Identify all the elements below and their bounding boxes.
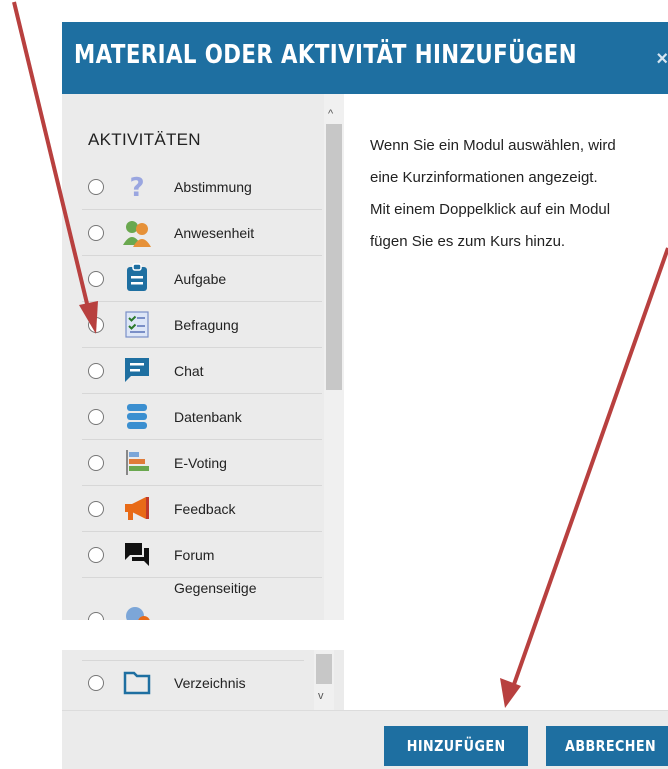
cancel-button-label: ABBRECHEN — [565, 737, 657, 755]
section-title: AKTIVITÄTEN — [88, 130, 201, 149]
question-icon: ? — [129, 173, 144, 201]
list-item-label: Anwesenheit — [174, 225, 255, 241]
list-gap — [62, 620, 344, 650]
radio-button[interactable] — [88, 409, 104, 425]
list-item-label: Feedback — [174, 501, 236, 517]
radio-button[interactable] — [88, 271, 104, 287]
forum-icon — [125, 543, 149, 566]
radio-button[interactable] — [88, 455, 104, 471]
list-item-feedback[interactable]: Feedback — [82, 486, 322, 532]
bar-chart-icon — [126, 450, 149, 475]
info-line: Mit einem Doppelklick auf ein Modul — [370, 201, 611, 218]
list-item-datenbank[interactable]: Datenbank — [82, 394, 322, 440]
scrollbar[interactable]: ^ — [324, 94, 344, 620]
list-item-label: E-Voting — [174, 455, 227, 471]
add-button-label: HINZUFÜGEN — [406, 737, 506, 755]
list-item-label: Chat — [174, 363, 204, 379]
list-item-label: Verzeichnis — [174, 675, 246, 691]
activity-list: AKTIVITÄTEN ? Abstimmung Anwesenheit Auf… — [62, 94, 324, 620]
radio-button[interactable] — [88, 179, 104, 195]
svg-text:?: ? — [129, 173, 144, 201]
list-item-verzeichnis[interactable]: Verzeichnis — [82, 660, 304, 706]
checklist-icon — [125, 311, 149, 338]
list-item-label: Aufgabe — [174, 271, 227, 287]
database-icon — [127, 404, 147, 429]
radio-button[interactable] — [88, 363, 104, 379]
info-line: eine Kurzinformationen angezeigt. — [370, 169, 598, 186]
clipboard-icon — [127, 263, 147, 291]
scrollbar-thumb[interactable] — [316, 654, 332, 684]
megaphone-icon — [125, 497, 149, 520]
info-line: fügen Sie es zum Kurs hinzu. — [370, 233, 566, 250]
list-item-e-voting[interactable]: E-Voting — [82, 440, 322, 486]
radio-button[interactable] — [88, 675, 104, 691]
close-icon[interactable]: × — [656, 48, 668, 71]
module-info-text: Wenn Sie ein Modul auswählen, wird eine … — [370, 130, 668, 258]
people-icon — [123, 221, 151, 247]
radio-button[interactable] — [88, 501, 104, 517]
list-item-aufgabe[interactable]: Aufgabe — [82, 256, 322, 302]
scrollbar[interactable]: v — [314, 650, 334, 710]
dialog-title: MATERIAL ODER AKTIVITÄT HINZUFÜGEN — [74, 40, 577, 70]
list-item-label: Abstimmung — [174, 179, 252, 195]
radio-button[interactable] — [88, 317, 104, 333]
list-item-label: Datenbank — [174, 409, 242, 425]
folder-icon — [123, 671, 151, 695]
scroll-up-icon[interactable]: ^ — [328, 108, 333, 120]
dialog-header: MATERIAL ODER AKTIVITÄT HINZUFÜGEN × — [62, 22, 668, 94]
cancel-button[interactable]: ABBRECHEN — [546, 726, 668, 766]
radio-button[interactable] — [88, 547, 104, 563]
radio-button[interactable] — [88, 612, 104, 620]
list-item-label: Gegenseitige — [174, 580, 257, 596]
list-item-abstimmung[interactable]: ? Abstimmung — [82, 164, 322, 210]
scrollbar-thumb[interactable] — [326, 124, 342, 390]
activity-list-panel: AKTIVITÄTEN ? Abstimmung Anwesenheit Auf… — [62, 94, 344, 620]
workshop-icon — [126, 607, 150, 620]
add-button[interactable]: HINZUFÜGEN — [384, 726, 528, 766]
list-item-anwesenheit[interactable]: Anwesenheit — [82, 210, 322, 256]
list-item-gegenseitige[interactable]: Gegenseitige — [82, 578, 322, 620]
scroll-down-icon[interactable]: v — [318, 690, 324, 702]
list-item-label: Forum — [174, 547, 215, 563]
list-item-forum[interactable]: Forum — [82, 532, 322, 578]
list-item-chat[interactable]: Chat — [82, 348, 322, 394]
dialog-footer: HINZUFÜGEN ABBRECHEN — [62, 710, 668, 769]
list-item-label: Befragung — [174, 317, 239, 333]
arrow-head — [500, 678, 521, 708]
info-line: Wenn Sie ein Modul auswählen, wird — [370, 137, 616, 154]
chat-bubble-icon — [125, 358, 149, 382]
activity-list-panel-bottom: Verzeichnis v — [62, 650, 344, 710]
arrow-line — [510, 247, 668, 691]
radio-button[interactable] — [88, 225, 104, 241]
list-item-befragung[interactable]: Befragung — [82, 302, 322, 348]
